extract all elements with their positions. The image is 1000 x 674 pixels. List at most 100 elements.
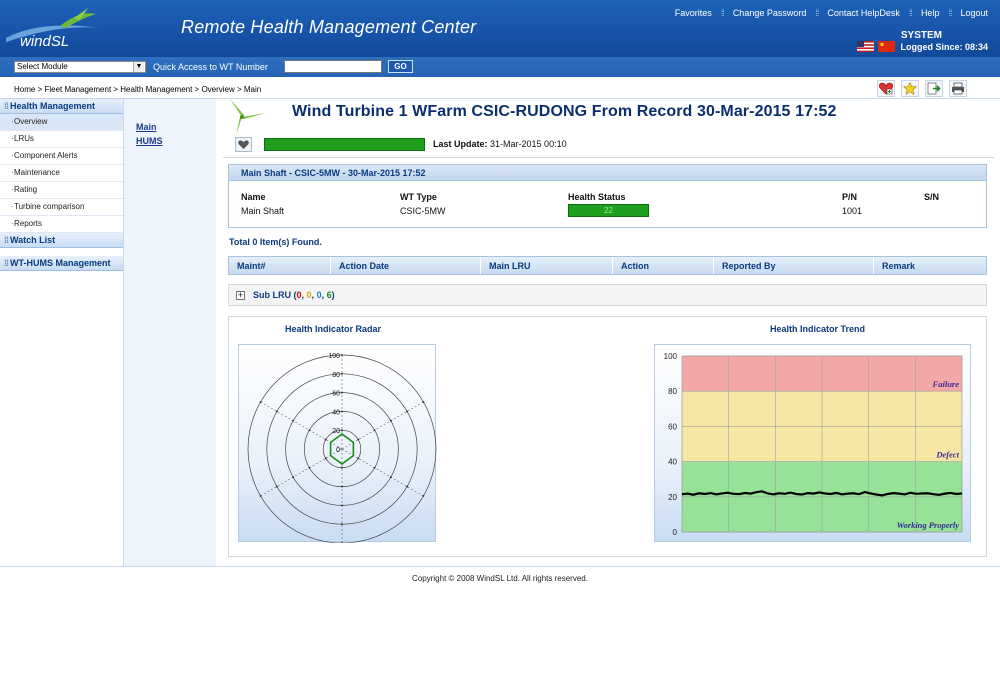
grip-icon: ⁞⁞ (4, 101, 9, 111)
print-icon[interactable] (949, 80, 967, 97)
subnav-hums-link[interactable]: HUMS (136, 136, 163, 146)
expand-toggle[interactable]: + (236, 291, 245, 300)
cn-flag-icon[interactable] (878, 41, 895, 52)
link-separator: ⁞⁞ (948, 8, 952, 18)
radar-chart: 100 80 60 40 20 0 (247, 353, 437, 544)
radar-spoke (260, 448, 343, 497)
contact-helpdesk-link[interactable]: Contact HelpDesk (827, 8, 900, 18)
radar-tick-dot (422, 495, 425, 497)
divider (0, 566, 1000, 567)
radar-tick-dot (389, 476, 392, 479)
sidebar-item-reports[interactable]: Reports (0, 216, 123, 233)
logout-link[interactable]: Logout (960, 8, 988, 18)
radar-tick-dot (389, 419, 392, 422)
sub-lru-title: Sub LRU (253, 290, 291, 300)
trend-ytick-label: 40 (668, 458, 677, 467)
col-main-lru[interactable]: Main LRU (481, 257, 613, 274)
trend-ytick-label: 20 (668, 493, 677, 502)
trend-ytick-label: 0 (673, 528, 678, 537)
star-icon[interactable] (901, 80, 919, 97)
wt-number-input[interactable] (284, 60, 382, 73)
col-pn: P/N (842, 192, 858, 202)
radar-tick-label: 60 (332, 391, 340, 398)
last-update-label: Last Update: (433, 139, 488, 149)
link-separator: ⁞⁞ (720, 8, 725, 18)
col-maint-number[interactable]: Maint# (229, 257, 331, 274)
trend-ytick-label: 60 (668, 422, 677, 431)
radar-tick-dot (341, 354, 343, 356)
wind-turbine-icon (230, 99, 266, 135)
radar-spoke (260, 401, 343, 450)
radar-tick-dot (292, 419, 295, 422)
trend-ytick-label: 80 (668, 387, 677, 396)
col-action-date[interactable]: Action Date (331, 257, 481, 274)
radar-tick-dot (259, 401, 262, 403)
main-shaft-panel: Main Shaft - CSIC-5MW - 30-Mar-2015 17:5… (228, 164, 987, 228)
sub-lru-label[interactable]: Sub LRU (0, 0, 0, 6) (253, 290, 335, 300)
radar-tick-dot (292, 476, 295, 479)
export-icon[interactable] (925, 80, 943, 97)
sidebar-item-component-alerts[interactable]: Component Alerts (0, 148, 123, 165)
us-flag-icon[interactable] (857, 41, 874, 52)
radar-tick-dot (275, 410, 278, 413)
radar-tick-dot (357, 457, 360, 460)
col-sn: S/N (924, 192, 940, 202)
add-favorite-icon[interactable] (877, 80, 895, 97)
trend-chart-title: Health Indicator Trend (770, 324, 866, 334)
sidebar-item-rating[interactable]: Rating (0, 182, 123, 199)
help-link[interactable]: Help (921, 8, 940, 18)
sub-lru-count-failure: 0 (296, 290, 302, 300)
radar-tick-dot (373, 429, 376, 432)
radar-tick-dot (406, 410, 409, 413)
radar-tick-dot (341, 429, 343, 432)
radar-chart-title: Health Indicator Radar (285, 324, 382, 334)
quick-access-label: Quick Access to WT Number (153, 62, 268, 72)
radar-chart-box: 100 80 60 40 20 0 (238, 344, 437, 544)
module-select[interactable]: Select Module ▼ (14, 61, 146, 73)
sidebar-item-overview[interactable]: Overview (0, 114, 123, 131)
chevron-down-icon[interactable]: ▼ (133, 62, 144, 72)
radar-tick-dot (341, 410, 343, 413)
favorites-link[interactable]: Favorites (675, 8, 712, 18)
main-content: Wind Turbine 1 WFarm CSIC-RUDONG From Re… (217, 99, 1000, 566)
last-update: Last Update: 31-Mar-2015 00:10 (433, 139, 567, 149)
sidebar-section-label: WT-HUMS Management (10, 258, 111, 268)
windsl-logo: windSL (0, 0, 180, 57)
col-remark[interactable]: Remark (874, 257, 986, 274)
sub-lru-count-working: 6 (326, 290, 332, 300)
col-wt-type: WT Type (400, 192, 437, 202)
sidebar-section-health-management[interactable]: ⁞⁞ Health Management (0, 99, 123, 114)
trend-chart: 100 80 60 40 20 0 Failure Defect Working Properl… (664, 352, 963, 537)
col-action[interactable]: Action (613, 257, 714, 274)
sidebar-item-turbine-comparison[interactable]: Turbine comparison (0, 199, 123, 216)
sub-navigation: Main HUMS (124, 99, 216, 566)
last-update-value: 31-Mar-2015 00:10 (490, 139, 567, 149)
radar-tick-dot (341, 523, 343, 526)
trend-chart-box: 100 80 60 40 20 0 Failure Defect Working Properl… (654, 344, 971, 542)
go-button[interactable]: GO (388, 60, 413, 73)
radar-tick-dot (341, 542, 343, 544)
grip-icon: ⁞⁞ (4, 235, 9, 245)
sidebar-item-maintenance[interactable]: Maintenance (0, 165, 123, 182)
sub-lru-count-defect: 0 (306, 290, 312, 300)
total-found: Total 0 Item(s) Found. (229, 237, 322, 247)
radar-tick-dot (308, 429, 311, 432)
sidebar-item-lrus[interactable]: LRUs (0, 131, 123, 148)
shaft-pn: 1001 (842, 206, 863, 216)
sidebar-section-watch-list[interactable]: ⁞⁞ Watch List (0, 233, 123, 248)
radar-spoke (341, 448, 424, 497)
overall-health-bar (264, 138, 425, 151)
change-password-link[interactable]: Change Password (733, 8, 807, 18)
radar-tick-dot (341, 391, 343, 394)
col-reported-by[interactable]: Reported By (714, 257, 874, 274)
radar-tick-label: 0 (336, 447, 340, 454)
divider (223, 157, 994, 158)
radar-tick-dot (324, 457, 327, 460)
sidebar-section-wt-hums-management[interactable]: ⁞⁞ WT-HUMS Management (0, 256, 123, 271)
sub-lru-row: + Sub LRU (0, 0, 0, 6) (228, 284, 987, 306)
radar-tick-label: 20 (332, 428, 340, 435)
radar-tick-dot (275, 485, 278, 488)
subnav-main-link[interactable]: Main (136, 122, 157, 132)
trend-ytick-label: 100 (664, 352, 678, 361)
health-history-icon[interactable] (235, 137, 252, 152)
